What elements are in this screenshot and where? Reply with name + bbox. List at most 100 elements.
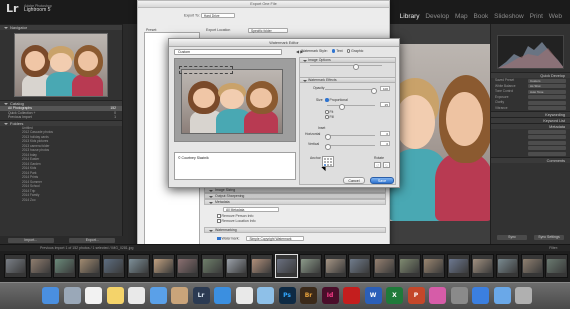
filmstrip-thumbnail[interactable] <box>250 254 273 278</box>
catalog-panel-header[interactable]: Catalog <box>0 100 122 106</box>
export-folder-select[interactable]: Specific folder <box>248 28 288 33</box>
notes-icon[interactable] <box>106 287 124 304</box>
filmstrip-thumbnail[interactable] <box>545 254 569 278</box>
filmstrip-thumbnail[interactable] <box>151 254 175 278</box>
metadata-field[interactable] <box>528 140 566 145</box>
horizontal-value[interactable]: 0 <box>380 131 390 136</box>
itunes-icon[interactable] <box>429 287 446 304</box>
filmstrip-thumbnail[interactable] <box>274 254 298 278</box>
module-map[interactable]: Map <box>455 13 468 20</box>
navigator-thumbnail[interactable] <box>14 33 108 97</box>
watermark-selection-marquee[interactable] <box>179 66 233 74</box>
lightroom-icon[interactable]: Lr <box>192 287 210 304</box>
filmstrip-thumbnail[interactable] <box>323 254 347 278</box>
folders-panel-header[interactable]: Folders <box>0 119 122 126</box>
style-text-radio[interactable] <box>331 49 336 53</box>
horizontal-slider[interactable] <box>325 133 375 140</box>
filmstrip-thumbnail[interactable] <box>102 254 126 278</box>
vertical-value[interactable]: 0 <box>380 141 390 146</box>
rotate-right-button[interactable]: ↻ <box>383 162 390 168</box>
anchor-point[interactable] <box>326 160 329 163</box>
filmstrip-thumbnail[interactable] <box>28 254 52 278</box>
size-fit-radio[interactable] <box>325 110 329 114</box>
metadata-include-select[interactable]: All Metadata <box>223 207 279 212</box>
anchor-point[interactable] <box>326 163 329 166</box>
finder-icon[interactable] <box>42 287 59 304</box>
filmstrip-thumbnail[interactable] <box>471 254 495 278</box>
metadata-field[interactable] <box>528 135 566 140</box>
filmstrip-thumbnail[interactable] <box>373 254 396 278</box>
remove-person-checkbox[interactable] <box>217 214 221 218</box>
anchor-point[interactable] <box>323 157 326 160</box>
folder-item[interactable]: 2014 Zoo <box>0 198 122 203</box>
filmstrip-thumbnail[interactable] <box>496 254 519 278</box>
module-print[interactable]: Print <box>530 13 543 20</box>
excel-icon[interactable]: X <box>386 287 403 304</box>
filmstrip-thumbnail[interactable] <box>77 254 101 278</box>
comments-header[interactable]: Comments <box>491 156 570 163</box>
quick-develop-control[interactable]: Custom <box>528 78 566 83</box>
size-slider[interactable] <box>327 103 375 110</box>
navigator-panel-header[interactable]: Navigator <box>0 24 122 30</box>
chrome-icon[interactable] <box>235 287 253 304</box>
photoshop-icon[interactable]: Ps <box>278 287 296 304</box>
module-book[interactable]: Book <box>473 13 488 20</box>
module-web[interactable]: Web <box>549 13 562 20</box>
contacts-icon[interactable] <box>171 287 188 304</box>
filmstrip-thumbnail[interactable] <box>520 254 544 278</box>
watermark-text-field[interactable]: © Courtney Slazinik <box>174 152 296 180</box>
remove-location-info[interactable]: Remove Location Info <box>214 219 256 223</box>
calendar-icon[interactable] <box>85 287 102 304</box>
system-preferences-icon[interactable] <box>450 287 468 304</box>
filmstrip-thumbnail[interactable] <box>446 254 470 278</box>
filmstrip-thumbnail[interactable] <box>176 254 200 278</box>
module-library[interactable]: Library <box>400 13 420 20</box>
quick-develop-control[interactable] <box>528 95 566 100</box>
trash-icon[interactable] <box>515 287 532 304</box>
size-proportional-radio[interactable] <box>325 98 329 102</box>
metadata-field[interactable] <box>528 151 566 156</box>
rotate-left-button[interactable]: ↺ <box>374 162 381 168</box>
export-button[interactable]: Export... <box>69 237 116 243</box>
anchor-point[interactable] <box>330 157 333 160</box>
image-options-slider[interactable] <box>310 63 382 70</box>
size-fill-radio[interactable] <box>325 115 329 119</box>
size-value[interactable]: 25 <box>380 102 390 107</box>
filmstrip-thumbnail[interactable] <box>127 254 150 278</box>
filmstrip-thumbnail[interactable] <box>53 254 77 278</box>
acrobat-icon[interactable] <box>343 287 360 304</box>
vertical-slider[interactable] <box>325 143 375 150</box>
watermark-preset-select[interactable]: Custom <box>174 49 282 55</box>
filmstrip-thumbnail[interactable] <box>225 254 249 278</box>
metadata-section[interactable]: Metadata <box>204 199 386 205</box>
module-slideshow[interactable]: Slideshow <box>494 13 524 20</box>
folder-icon[interactable] <box>493 287 511 304</box>
anchor-point[interactable] <box>330 163 333 166</box>
watermark-save-button[interactable]: Save <box>370 177 394 184</box>
launchpad-icon[interactable] <box>63 287 81 304</box>
photos-icon[interactable] <box>128 287 145 304</box>
remove-person-info[interactable]: Remove Person Info <box>214 214 253 218</box>
watermark-cancel-button[interactable]: Cancel <box>343 177 365 184</box>
anchor-point[interactable] <box>326 157 329 160</box>
indesign-icon[interactable]: Id <box>321 287 339 304</box>
filmstrip-thumbnail[interactable] <box>348 254 372 278</box>
word-icon[interactable]: W <box>364 287 382 304</box>
appstore-icon[interactable] <box>472 287 489 304</box>
metadata-field[interactable] <box>528 129 566 134</box>
opacity-slider[interactable] <box>325 87 377 94</box>
remove-location-checkbox[interactable] <box>217 219 221 223</box>
filmstrip-thumbnail[interactable] <box>299 254 323 278</box>
bridge-icon[interactable]: Br <box>300 287 317 304</box>
watermark-select[interactable]: Simple Copyright Watermark <box>246 236 305 241</box>
mail-icon[interactable] <box>149 287 167 304</box>
filmstrip-thumbnail[interactable] <box>397 254 421 278</box>
filmstrip-thumbnail[interactable] <box>422 254 446 278</box>
watermark-effects-section[interactable]: Watermark Effects <box>300 77 395 83</box>
style-graphic-radio[interactable] <box>346 49 351 53</box>
anchor-point[interactable] <box>330 160 333 163</box>
powerpoint-icon[interactable]: P <box>407 287 425 304</box>
opacity-value[interactable]: 100 <box>380 86 390 91</box>
filmstrip-source-info[interactable]: Previous Import 1 of 152 photos / 1 sele… <box>40 246 133 250</box>
watermark-checkbox[interactable] <box>217 236 221 241</box>
